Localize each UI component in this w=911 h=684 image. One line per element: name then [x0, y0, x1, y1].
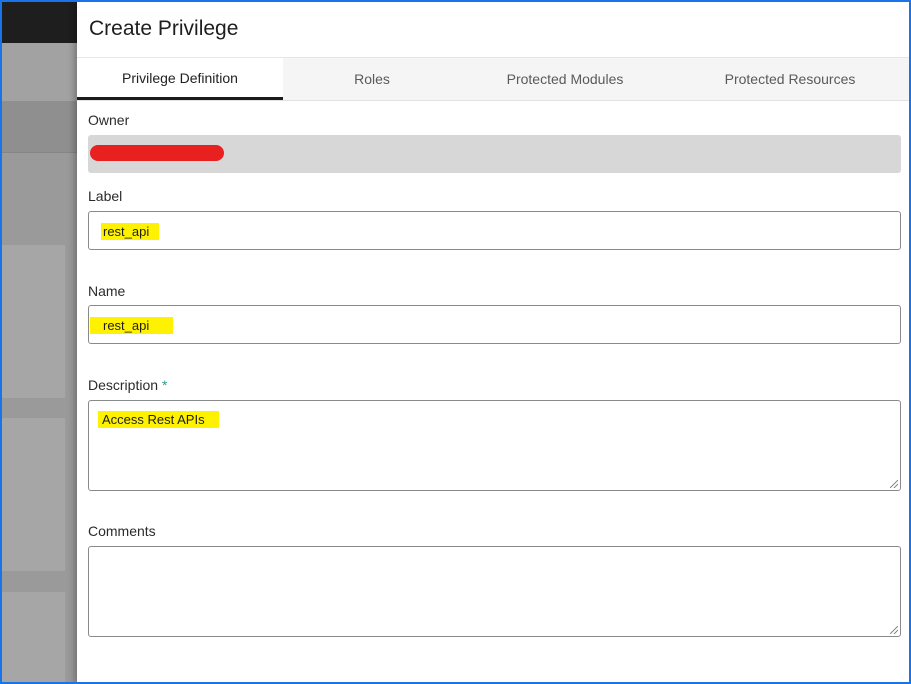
owner-field [88, 135, 901, 173]
label-label: Label [88, 188, 123, 204]
background-card [0, 245, 66, 398]
name-input[interactable]: rest_api [88, 305, 901, 344]
background-card [0, 592, 66, 684]
description-label: Description * [88, 377, 901, 393]
background-card [0, 418, 66, 571]
comments-textarea[interactable] [88, 546, 901, 637]
label-value: rest_api [101, 223, 160, 240]
panel-title: Create Privilege [77, 0, 911, 58]
background-band [0, 101, 77, 153]
privilege-form: Owner Label rest_api Name rest_api Descr… [77, 112, 911, 637]
comments-label: Comments [88, 523, 156, 539]
tab-bar: Privilege Definition Roles Protected Mod… [77, 58, 911, 101]
tab-protected-resources[interactable]: Protected Resources [669, 58, 911, 100]
resize-handle-icon[interactable] [890, 480, 898, 488]
resize-handle-icon[interactable] [890, 626, 898, 634]
background-app [0, 0, 77, 684]
description-value: Access Rest APIs [98, 411, 219, 428]
required-marker: * [162, 377, 168, 393]
background-strip [0, 43, 77, 101]
name-value: rest_api [90, 317, 174, 334]
tab-protected-modules[interactable]: Protected Modules [461, 58, 669, 100]
name-label: Name [88, 283, 126, 299]
description-label-text: Description [88, 377, 159, 393]
description-textarea[interactable]: Access Rest APIs [88, 400, 901, 491]
owner-label: Owner [88, 112, 130, 128]
owner-redaction [90, 145, 224, 161]
label-input[interactable]: rest_api [88, 211, 901, 250]
tab-privilege-definition[interactable]: Privilege Definition [77, 58, 283, 100]
background-topbar [0, 0, 77, 43]
create-privilege-panel: Create Privilege Privilege Definition Ro… [77, 0, 911, 684]
tab-roles[interactable]: Roles [283, 58, 461, 100]
